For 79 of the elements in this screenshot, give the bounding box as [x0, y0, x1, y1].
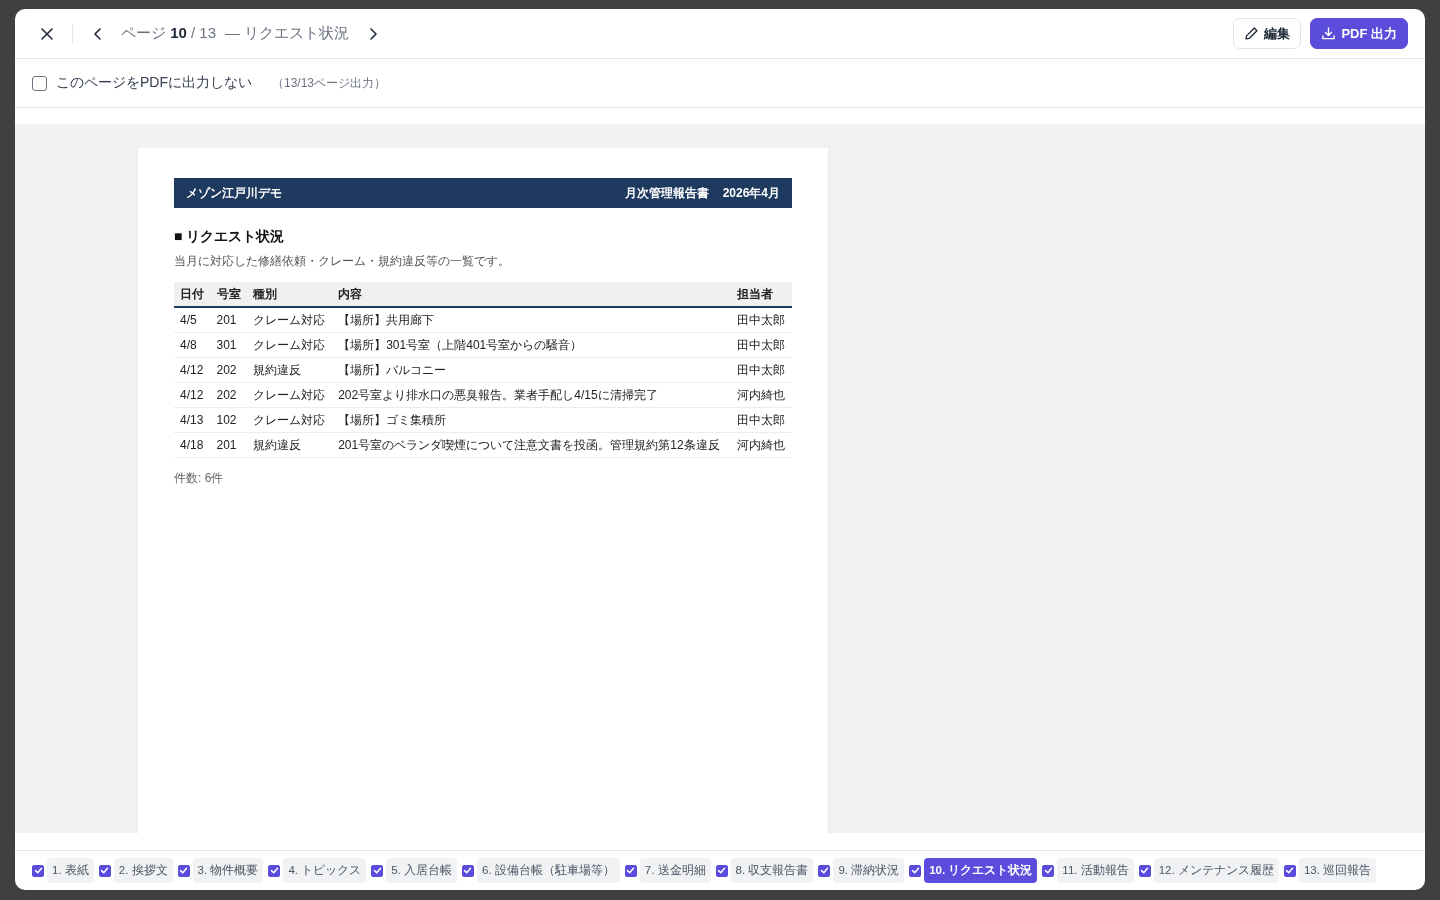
export-count: （13/13ページ出力）: [272, 74, 387, 92]
column-header: 担当者: [731, 282, 792, 307]
table-cell: 【場所】ゴミ集積所: [332, 407, 732, 433]
table-cell: 河内綺也: [731, 382, 792, 408]
report-period: 2026年4月: [722, 184, 780, 202]
section-heading: ■ リクエスト状況: [174, 228, 286, 246]
table-cell: 4/12: [174, 382, 211, 408]
page-tab[interactable]: 10. リクエスト状況: [924, 858, 1038, 883]
page-tab[interactable]: 4. トピックス: [283, 858, 367, 883]
page-tab[interactable]: 9. 滞納状況: [833, 858, 905, 883]
edit-button[interactable]: 編集: [1233, 18, 1302, 49]
checkbox[interactable]: [371, 864, 384, 877]
page-tab[interactable]: 8. 収支報告書: [730, 858, 814, 883]
page-tab[interactable]: 6. 設備台帳（駐車場等）: [477, 858, 620, 883]
table-cell: クレーム対応: [247, 307, 333, 333]
table-cell: 4/18: [174, 432, 211, 458]
checkbox[interactable]: [462, 864, 474, 877]
table-cell: 202: [210, 357, 247, 383]
table-cell: 田中太郎: [731, 332, 792, 358]
table-cell: 河内綺也: [731, 432, 792, 458]
page-tab[interactable]: 12. メンテナンス履歴: [1153, 858, 1279, 883]
report-title: 月次管理報告書: [624, 184, 709, 202]
chevron-left-icon: [93, 27, 101, 40]
table-cell: 4/8: [174, 332, 211, 358]
checkbox[interactable]: [177, 864, 190, 877]
page-tab[interactable]: 7. 送金明細: [639, 858, 711, 883]
checkbox[interactable]: [624, 864, 637, 877]
table-cell: 4/13: [174, 407, 211, 433]
checkbox[interactable]: [98, 864, 111, 877]
page-tab[interactable]: 11. 活動報告: [1057, 858, 1134, 883]
page-indicator: ページ 10 / 13: [121, 24, 217, 43]
table-cell: 4/5: [174, 307, 211, 333]
record-count: 件数: 6件: [174, 470, 225, 487]
table-cell: 102: [210, 407, 247, 433]
table-cell: 田中太郎: [731, 307, 792, 333]
chevron-right-icon: [369, 27, 377, 40]
checkbox-label: このページをPDFに出力しない: [56, 74, 252, 92]
page-tab[interactable]: 1. 表紙: [47, 858, 94, 883]
column-header: 号室: [210, 282, 247, 307]
table-cell: 301: [210, 332, 247, 358]
pencil-icon: [1244, 26, 1260, 41]
section-description: 当月に対応した修繕依頼・クレーム・規約違反等の一覧です。: [174, 253, 511, 270]
table-cell: クレーム対応: [247, 407, 333, 433]
table-cell: クレーム対応: [247, 382, 333, 408]
checkbox[interactable]: [268, 864, 281, 877]
table-cell: 【場所】共用廊下: [332, 307, 732, 333]
table-cell: 【場所】301号室（上階401号室からの騒音）: [332, 332, 732, 358]
column-header: 内容: [332, 282, 732, 307]
table-cell: クレーム対応: [247, 332, 333, 358]
page-title: — リクエスト状況: [225, 24, 350, 43]
table-cell: 201: [210, 307, 247, 333]
table-cell: 田中太郎: [731, 407, 792, 433]
checkbox[interactable]: [715, 864, 728, 877]
checkbox[interactable]: [32, 75, 47, 91]
checkbox[interactable]: [1138, 864, 1151, 877]
table-cell: 201: [210, 432, 247, 458]
download-icon: [1321, 26, 1337, 41]
pdf-export-button[interactable]: PDF 出力: [1310, 18, 1408, 49]
page-tab[interactable]: 5. 入居台帳: [386, 858, 457, 883]
checkbox[interactable]: [818, 864, 831, 877]
page-tab[interactable]: 2. 挨拶文: [113, 858, 173, 883]
table-cell: 202: [210, 382, 247, 408]
table-cell: 4/12: [174, 357, 211, 383]
building-name: メゾン江戸川デモ: [186, 184, 282, 202]
checkbox[interactable]: [32, 864, 44, 877]
table-cell: 202号室より排水口の悪臭報告。業者手配し4/15に清掃完了: [332, 382, 732, 408]
table-cell: 【場所】バルコニー: [332, 357, 732, 383]
table-cell: 規約違反: [247, 357, 333, 383]
table-cell: 201号室のベランダ喫煙について注意文書を投函。管理規約第12条違反: [332, 432, 732, 458]
page-tab[interactable]: 13. 巡回報告: [1298, 858, 1377, 883]
column-header: 種別: [247, 282, 333, 307]
table-cell: 規約違反: [247, 432, 333, 458]
column-header: 日付: [174, 282, 211, 307]
close-icon: [41, 27, 53, 40]
checkbox[interactable]: [1042, 864, 1055, 877]
page-tab[interactable]: 3. 物件概要: [192, 858, 264, 883]
table-cell: 田中太郎: [731, 357, 792, 383]
checkbox[interactable]: [1283, 864, 1296, 877]
checkbox[interactable]: [909, 864, 922, 877]
